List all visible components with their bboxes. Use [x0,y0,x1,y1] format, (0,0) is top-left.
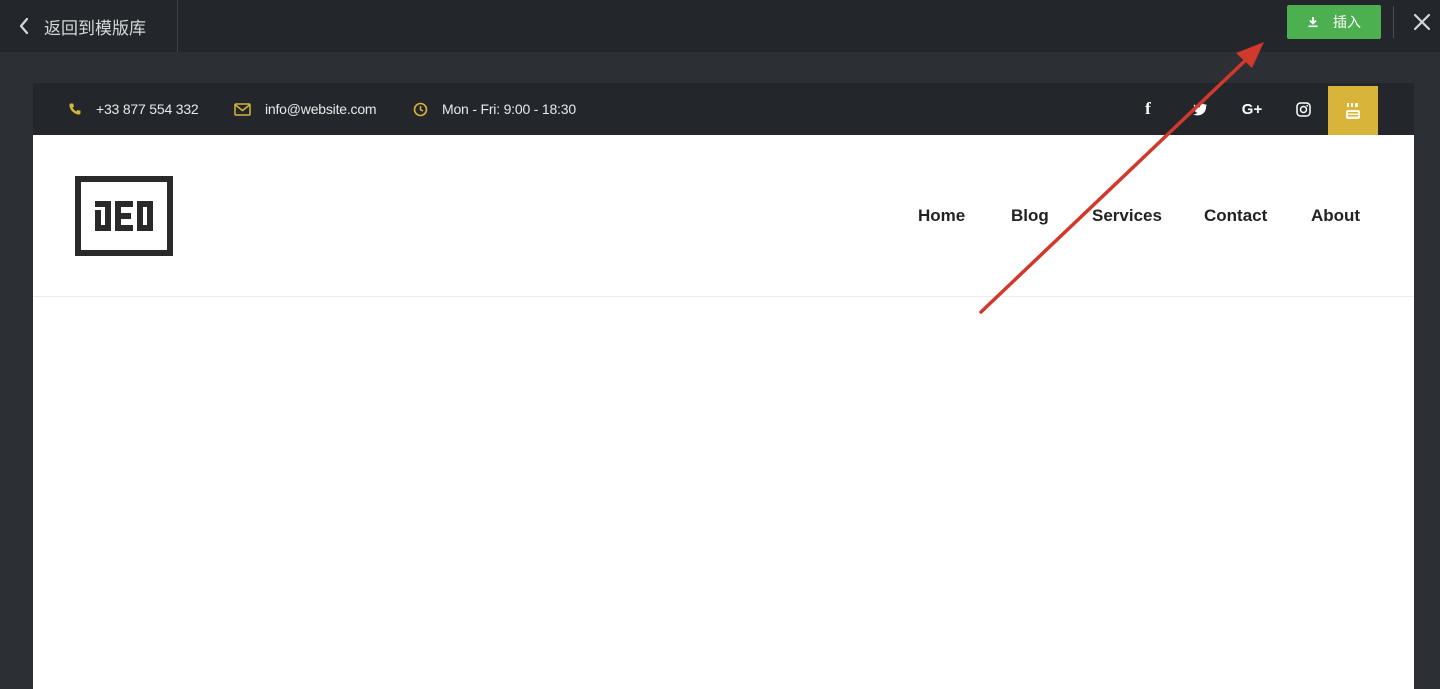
template-preview: +33 877 554 332 info@website.com Mon - F… [33,83,1414,689]
insert-button[interactable]: 插入 [1287,5,1381,39]
phone-number: +33 877 554 332 [96,101,199,117]
clock-icon [413,102,428,116]
hours-info: Mon - Fri: 9:00 - 18:30 [413,83,576,135]
close-button[interactable] [1410,10,1434,34]
back-label: 返回到模版库 [44,18,146,38]
envelope-icon [234,102,251,116]
site-logo[interactable] [75,176,173,256]
back-to-library-button[interactable]: 返回到模版库 [0,0,178,52]
instagram-icon[interactable] [1288,83,1318,135]
facebook-icon[interactable]: f [1133,83,1163,135]
preview-info-bar: +33 877 554 332 info@website.com Mon - F… [33,83,1414,135]
twitter-icon[interactable] [1185,83,1215,135]
youtube-icon[interactable] [1328,86,1378,135]
google-plus-icon[interactable]: G+ [1237,83,1267,135]
email-address: info@website.com [265,101,377,117]
nav-home[interactable]: Home [918,135,965,297]
nav-about[interactable]: About [1311,135,1360,297]
preview-header: Home Blog Services Contact About [33,135,1414,297]
opening-hours: Mon - Fri: 9:00 - 18:30 [442,101,576,117]
nav-contact[interactable]: Contact [1204,135,1267,297]
nav-blog[interactable]: Blog [1011,135,1049,297]
phone-icon [69,103,81,115]
nav-services[interactable]: Services [1092,135,1162,297]
chevron-left-icon [19,17,29,35]
phone-info: +33 877 554 332 [68,83,199,135]
close-icon [1413,13,1431,31]
insert-label: 插入 [1333,14,1361,30]
toolbar-divider [1393,6,1394,38]
editor-toolbar: 返回到模版库 插入 [0,0,1440,52]
download-icon [1308,17,1318,28]
email-info: info@website.com [234,83,377,135]
